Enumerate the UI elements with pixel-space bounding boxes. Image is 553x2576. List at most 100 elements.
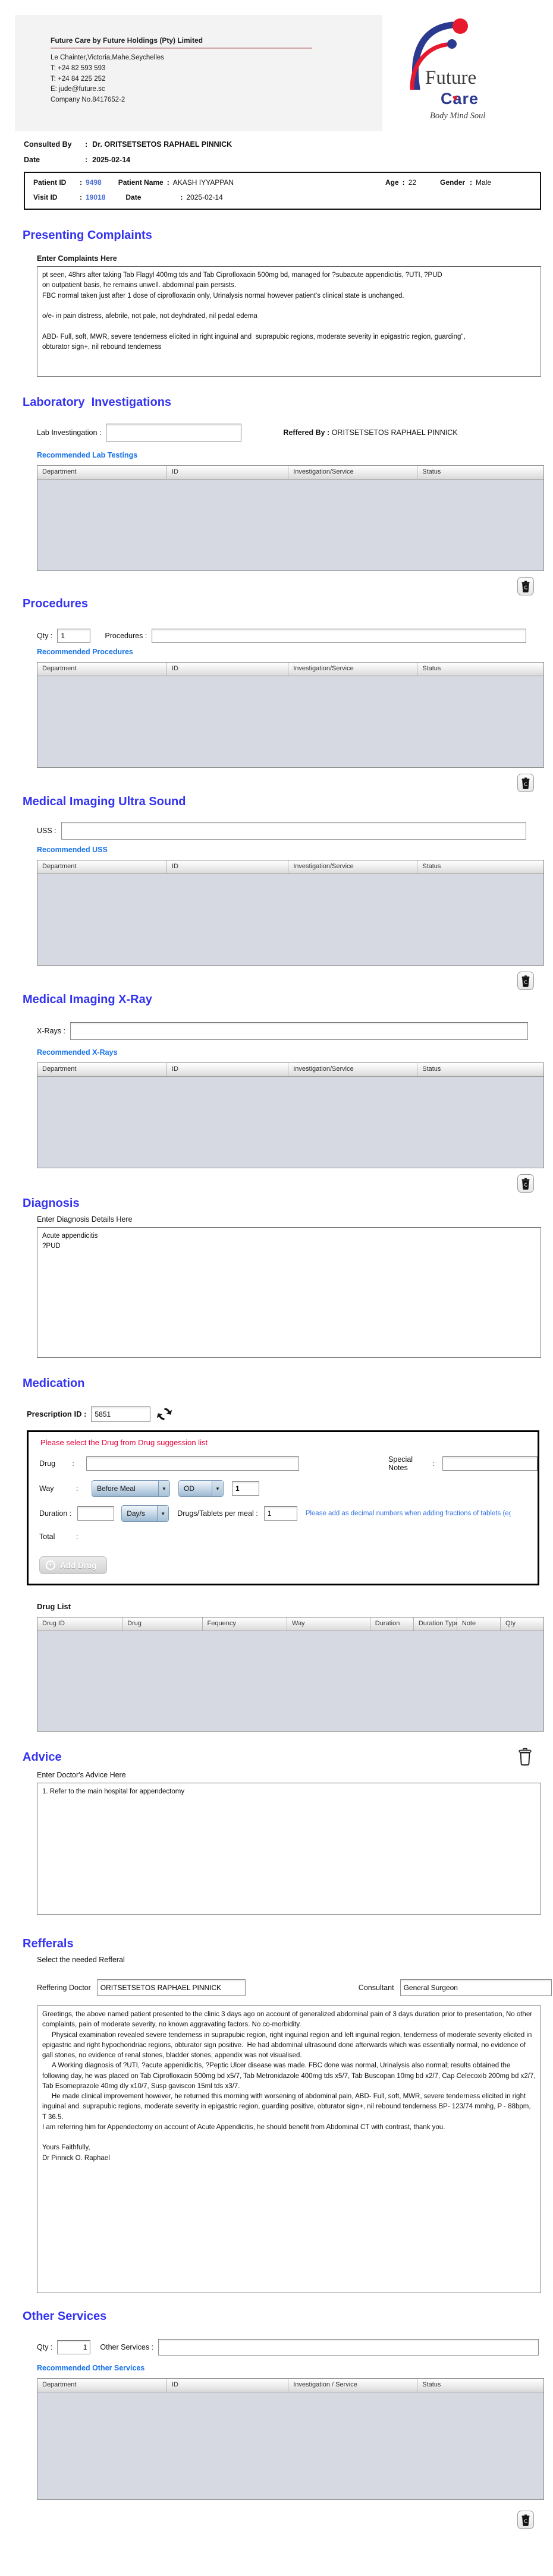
- delete-icon: [521, 975, 530, 987]
- procedures-label: Procedures :: [105, 632, 147, 640]
- consultant-input[interactable]: [400, 1979, 552, 1996]
- other-services-input[interactable]: [158, 2339, 539, 2356]
- refresh-prescription-button[interactable]: [156, 1406, 172, 1422]
- other-services-label: Other Services :: [100, 2343, 154, 2351]
- frequency-select[interactable]: OD ▼: [178, 1480, 224, 1497]
- lab-testings-table: Department ID Investigation/Service Stat…: [37, 465, 544, 571]
- table-header: Department ID Investigation/Service Stat…: [37, 466, 543, 480]
- advice-textarea[interactable]: 1. Refer to the main hospital for append…: [37, 1783, 541, 1915]
- table-body-empty: [37, 1631, 543, 1731]
- delete-xray-button[interactable]: [517, 1174, 534, 1193]
- complaints-textarea[interactable]: pt seen, 48hrs after taking Tab Flagyl 4…: [37, 266, 541, 377]
- recommended-lab-testings-link[interactable]: Recommended Lab Testings: [37, 451, 553, 459]
- recommended-other-services-link[interactable]: Recommended Other Services: [37, 2364, 553, 2372]
- logo-tagline: Body Mind Soul: [430, 111, 486, 121]
- recommended-uss-link[interactable]: Recommended USS: [37, 846, 553, 854]
- way-meal-select[interactable]: Before Meal ▼: [92, 1480, 170, 1497]
- column-header-id: ID: [166, 1063, 288, 1076]
- column-header-status: Status: [417, 663, 543, 676]
- delete-lab-button[interactable]: [517, 577, 534, 595]
- colon: :: [85, 140, 88, 149]
- add-icon: +: [46, 1560, 55, 1570]
- recommended-xrays-link[interactable]: Recommended X-Rays: [37, 1048, 553, 1057]
- column-header-duration: Duration: [369, 1618, 413, 1631]
- fraction-note: Please add as decimal numbers when addin…: [305, 1510, 511, 1517]
- delete-other-services-button[interactable]: [517, 2511, 534, 2529]
- heart-icon: ♥: [453, 93, 458, 103]
- column-header-drug: Drug: [122, 1618, 202, 1631]
- duration-unit-select[interactable]: Day/s ▼: [121, 1505, 169, 1522]
- procedures-qty-label: Qty :: [37, 632, 53, 640]
- procedures-input[interactable]: [152, 629, 527, 643]
- table-body-empty: [37, 2392, 543, 2499]
- table-body-empty: [37, 480, 543, 570]
- table-header: Department ID Investigation/Service Stat…: [37, 1063, 543, 1077]
- per-meal-input[interactable]: [263, 1506, 297, 1521]
- table-body-empty: [37, 676, 543, 767]
- special-notes-input[interactable]: [442, 1456, 538, 1471]
- colon: :: [85, 156, 88, 164]
- delete-icon: [521, 581, 530, 592]
- diagnosis-label: Enter Diagnosis Details Here: [37, 1215, 133, 1224]
- way-meal-value: Before Meal: [97, 1484, 136, 1493]
- age-label: Age: [385, 178, 399, 187]
- uss-input[interactable]: [61, 822, 526, 840]
- drug-list-table: Drug ID Drug Fequency Way Duration Durat…: [37, 1617, 544, 1732]
- other-services-table: Department ID Investigation / Service St…: [37, 2378, 544, 2500]
- add-drug-label: Add Drug: [60, 1560, 97, 1570]
- colon: :: [72, 1459, 74, 1468]
- delete-advice-button[interactable]: [516, 1747, 534, 1767]
- xray-table: Department ID Investigation/Service Stat…: [37, 1062, 544, 1168]
- recommended-procedures-link[interactable]: Recommended Procedures: [37, 648, 553, 656]
- other-services-qty-input[interactable]: [57, 2340, 91, 2354]
- visit-date-value: 2025-02-14: [186, 193, 223, 201]
- colon: :: [432, 1459, 435, 1468]
- referral-subtitle: Select the needed Refferal: [37, 1956, 125, 1964]
- frequency-qty-input[interactable]: [232, 1481, 259, 1496]
- column-header-investigation-service: Investigation/Service: [288, 663, 417, 676]
- delete-icon: [521, 777, 530, 789]
- gender-value: Male: [476, 178, 492, 187]
- patient-id-value: 9498: [86, 178, 102, 187]
- company-email: E: jude@future.sc: [51, 86, 105, 93]
- patient-name-label: Patient Name: [118, 178, 164, 187]
- drug-input[interactable]: [86, 1456, 300, 1471]
- add-drug-panel: Please select the Drug from Drug suggess…: [27, 1430, 539, 1585]
- referring-doctor-input[interactable]: [96, 1979, 246, 1996]
- refresh-icon: [157, 1408, 172, 1420]
- lab-investigation-input[interactable]: [106, 424, 242, 442]
- column-header-id: ID: [166, 466, 288, 479]
- consultation-date-row: Date : 2025-02-14: [24, 156, 553, 164]
- way-label: Way: [39, 1484, 54, 1493]
- diagnosis-textarea[interactable]: Acute appendicitis ?PUD: [37, 1227, 541, 1358]
- table-header: Department ID Investigation/Service Stat…: [37, 663, 543, 676]
- company-number: Company No.8417652-2: [51, 96, 125, 104]
- colon: :: [470, 178, 473, 187]
- section-title-laboratory: Laboratory Investigations: [23, 396, 172, 409]
- drug-list-label: Drug List: [37, 1602, 71, 1611]
- delete-procedures-button[interactable]: [517, 774, 534, 792]
- special-notes-label: Special Notes: [388, 1455, 413, 1472]
- prescription-id-input[interactable]: [91, 1406, 151, 1422]
- xrays-input[interactable]: [70, 1022, 528, 1040]
- add-drug-button[interactable]: + Add Drug: [39, 1556, 107, 1574]
- column-header-department: Department: [42, 2381, 77, 2388]
- duration-label: Duration :: [39, 1509, 72, 1518]
- referred-by-label: Reffered By :: [283, 428, 330, 437]
- xrays-label: X-Rays :: [37, 1027, 65, 1035]
- referral-doctor-row: Reffering Doctor Consultant: [37, 1979, 553, 1996]
- section-title-other-services: Other Services: [23, 2310, 107, 2323]
- delete-uss-button[interactable]: [517, 972, 534, 990]
- procedures-qty-input[interactable]: [57, 629, 91, 643]
- drug-suggestion-note: Please select the Drug from Drug suggess…: [40, 1438, 208, 1447]
- referral-letter-textarea[interactable]: Greetings, the above named patient prese…: [37, 2006, 541, 2293]
- age-value: 22: [408, 178, 417, 187]
- column-header-investigation-service: Investigation/Service: [288, 1063, 417, 1076]
- per-meal-label: Drugs/Tablets per meal :: [177, 1509, 258, 1518]
- colon: :: [402, 178, 405, 187]
- column-header-id: ID: [166, 860, 288, 874]
- table-header: Drug ID Drug Fequency Way Duration Durat…: [37, 1618, 543, 1631]
- patient-info-bar: Patient ID : 9498 Patient Name : AKASH I…: [24, 172, 541, 210]
- company-name: Future Care by Future Holdings (Pty) Lim…: [51, 36, 312, 49]
- duration-input[interactable]: [77, 1506, 115, 1521]
